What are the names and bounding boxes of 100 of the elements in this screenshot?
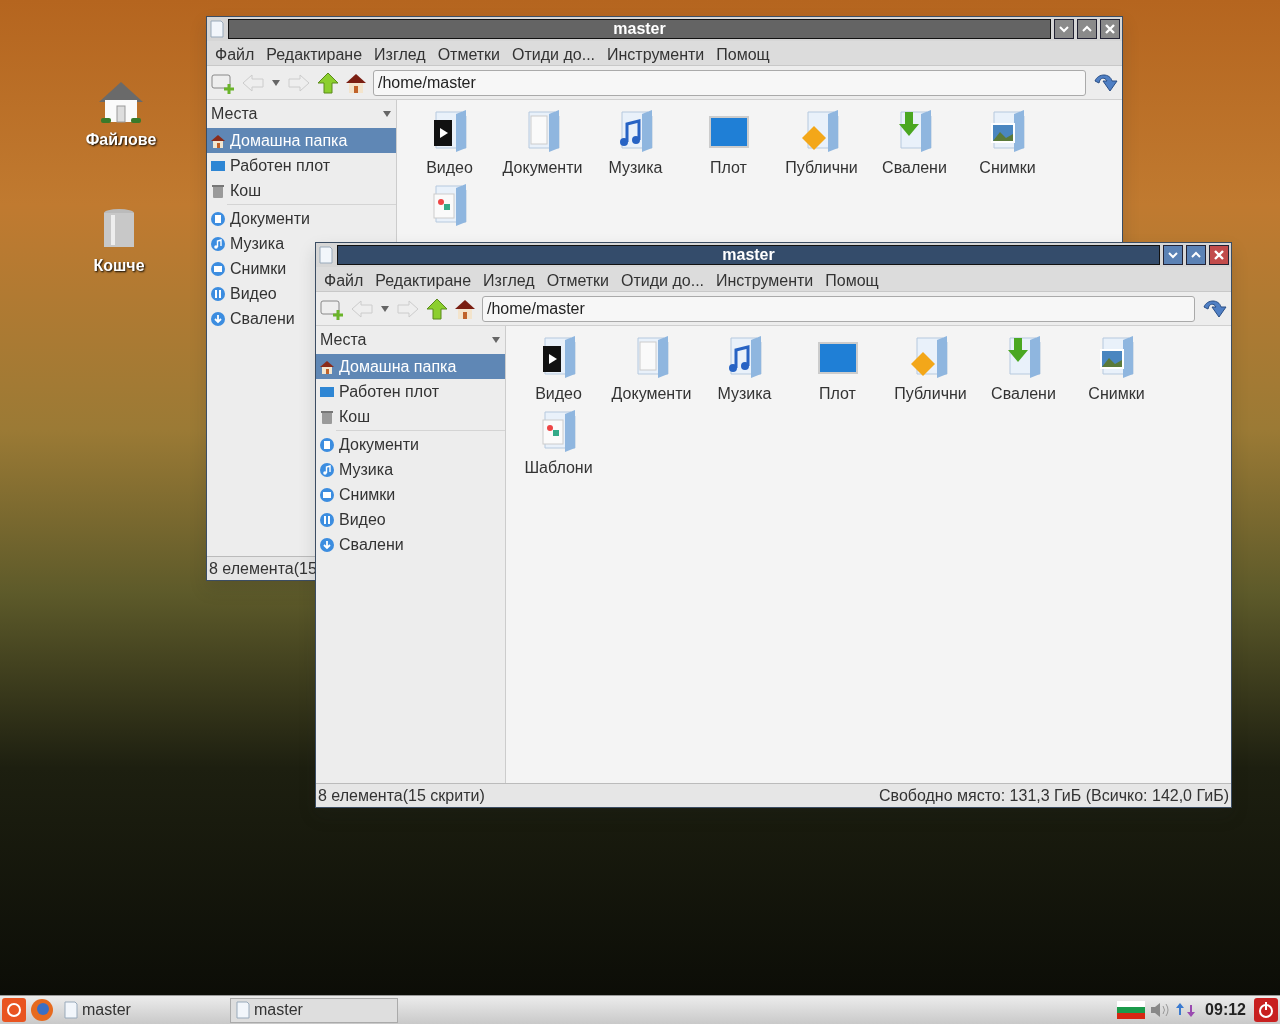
- path-field[interactable]: /home/master: [482, 295, 1195, 322]
- menu-item[interactable]: Помощ: [716, 43, 770, 63]
- close-icon: [1213, 249, 1225, 261]
- status-text: 8 елемента(15: [208, 558, 318, 579]
- up-arrow-icon[interactable]: [317, 71, 339, 94]
- caret-icon[interactable]: [491, 336, 501, 344]
- menu-item[interactable]: Изглед: [483, 269, 535, 289]
- sidebar-item[interactable]: Музика: [316, 457, 397, 482]
- sidebar-header[interactable]: Места: [320, 328, 367, 352]
- picture-icon: [319, 486, 335, 503]
- menu-item[interactable]: Отметки: [546, 269, 610, 289]
- sidebar-header[interactable]: Места: [211, 102, 258, 126]
- chevron-down-icon: [1059, 26, 1069, 33]
- taskbar-button[interactable]: master: [58, 997, 226, 1023]
- file-name[interactable]: Документи: [611, 382, 692, 406]
- sidebar-item[interactable]: Музика: [207, 231, 288, 256]
- house-icon: [319, 358, 335, 375]
- window-icon: [63, 1000, 79, 1020]
- menu-item[interactable]: Помощ: [825, 269, 879, 289]
- film-icon: [319, 511, 335, 528]
- file-name[interactable]: Плот: [710, 156, 747, 180]
- clock[interactable]: 09:12: [1205, 998, 1246, 1022]
- file-name[interactable]: Публични: [785, 156, 858, 180]
- menu-item[interactable]: Изглед: [374, 43, 426, 63]
- house-icon: [97, 80, 145, 124]
- music-note-icon: [210, 235, 226, 252]
- sidebar-item[interactable]: Снимки: [316, 482, 399, 507]
- file-name[interactable]: Документи: [502, 156, 583, 180]
- start-menu-icon[interactable]: [2, 998, 26, 1022]
- power-icon[interactable]: [1254, 998, 1278, 1022]
- caret-icon[interactable]: [380, 304, 390, 313]
- menu-item[interactable]: Отметки: [437, 43, 501, 63]
- sidebar-item[interactable]: Снимки: [207, 256, 290, 281]
- taskbar-button[interactable]: master: [230, 997, 398, 1023]
- music-note-icon: [319, 461, 335, 478]
- close-button[interactable]: [1209, 245, 1229, 265]
- minimize-button[interactable]: [1054, 19, 1074, 39]
- menu-item[interactable]: Отиди до...: [621, 269, 705, 289]
- sidebar-item[interactable]: Работен плот: [207, 153, 334, 178]
- menu-item[interactable]: Файл: [215, 43, 255, 63]
- menu-item[interactable]: Инструменти: [716, 269, 814, 289]
- free-space-text: Свободно място: 131,3 ГиБ (Всичко: 142,0 ГиБ): [878, 785, 1230, 806]
- house-icon: [210, 132, 226, 149]
- flag-icon[interactable]: [1117, 1001, 1146, 1019]
- sidebar-item[interactable]: Видео: [316, 507, 389, 532]
- window-icon: [235, 1000, 251, 1020]
- caret-icon[interactable]: [382, 110, 392, 118]
- window-title: master: [337, 245, 1160, 265]
- menu-item[interactable]: Редактиране: [266, 43, 363, 63]
- picture-icon: [210, 260, 226, 277]
- close-button[interactable]: [1100, 19, 1120, 39]
- menu-item[interactable]: Файл: [324, 269, 364, 289]
- file-name[interactable]: Видео: [426, 156, 473, 180]
- window-icon: [209, 19, 225, 39]
- sidebar-item[interactable]: Домашна папка: [207, 128, 396, 153]
- sidebar-item[interactable]: Работен плот: [316, 379, 443, 404]
- trash-can-icon: [319, 408, 335, 425]
- file-name[interactable]: Снимки: [1088, 382, 1145, 406]
- trash-can-icon: [101, 208, 137, 250]
- desktop-icon-label[interactable]: Файлове: [85, 128, 157, 152]
- document-icon: [210, 210, 226, 227]
- menu-item[interactable]: Инструменти: [607, 43, 705, 63]
- network-arrows-icon[interactable]: [1175, 1001, 1198, 1019]
- file-name[interactable]: Публични: [894, 382, 967, 406]
- close-icon: [1104, 23, 1116, 35]
- up-arrow-icon[interactable]: [426, 297, 448, 320]
- sidebar-item[interactable]: Свалени: [316, 532, 407, 557]
- path-field[interactable]: /home/master: [373, 69, 1086, 96]
- file-name[interactable]: Музика: [717, 382, 772, 406]
- sidebar-item[interactable]: Документи: [207, 206, 313, 231]
- chevron-down-icon: [1168, 252, 1178, 259]
- sidebar-item[interactable]: Свалени: [207, 306, 298, 331]
- desktop-icon-label[interactable]: Кошче: [93, 254, 145, 278]
- sidebar-item[interactable]: Домашна папка: [316, 354, 505, 379]
- file-name[interactable]: Плот: [819, 382, 856, 406]
- file-name[interactable]: Видео: [535, 382, 582, 406]
- minimize-button[interactable]: [1163, 245, 1183, 265]
- file-name[interactable]: Музика: [608, 156, 663, 180]
- chevron-up-icon: [1082, 25, 1092, 32]
- home-icon[interactable]: [345, 71, 367, 94]
- chevron-up-icon: [1191, 251, 1201, 258]
- browser-globe-icon[interactable]: [30, 998, 54, 1022]
- menu-item[interactable]: Редактиране: [375, 269, 472, 289]
- maximize-button[interactable]: [1077, 19, 1097, 39]
- sidebar-item[interactable]: Кош: [207, 178, 265, 203]
- maximize-button[interactable]: [1186, 245, 1206, 265]
- sidebar-item[interactable]: Кош: [316, 404, 374, 429]
- volume-icon[interactable]: [1149, 1001, 1172, 1019]
- download-icon: [210, 310, 226, 327]
- caret-icon[interactable]: [271, 78, 281, 87]
- film-icon: [210, 285, 226, 302]
- sidebar-item[interactable]: Документи: [316, 432, 422, 457]
- file-name[interactable]: Свалени: [991, 382, 1056, 406]
- menu-item[interactable]: Отиди до...: [512, 43, 596, 63]
- sidebar-item[interactable]: Видео: [207, 281, 280, 306]
- file-name[interactable]: Шаблони: [524, 456, 593, 480]
- status-text: 8 елемента(15 скрити): [317, 785, 486, 806]
- home-icon[interactable]: [454, 297, 476, 320]
- file-name[interactable]: Снимки: [979, 156, 1036, 180]
- file-name[interactable]: Свалени: [882, 156, 947, 180]
